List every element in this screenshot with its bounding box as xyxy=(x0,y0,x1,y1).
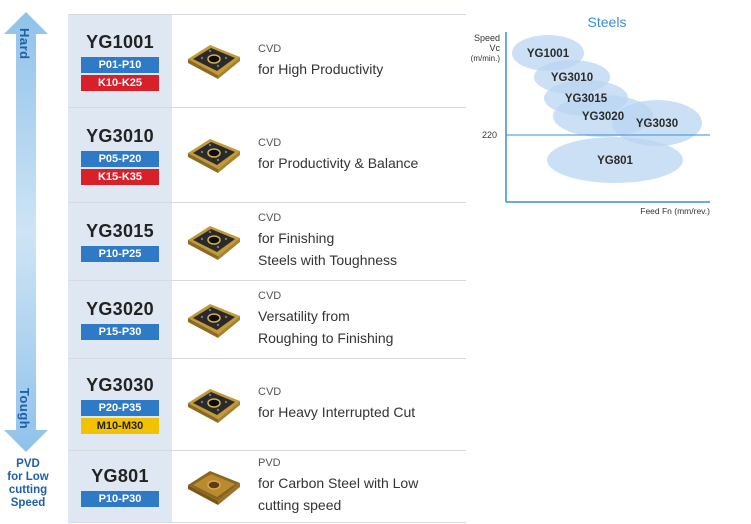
iso-range-badge: P20-P35 xyxy=(81,400,159,416)
y-axis-label-line: Vc xyxy=(489,43,500,53)
tough-label: Tough xyxy=(17,388,32,430)
cvd-insert-icon xyxy=(172,203,256,280)
y-axis-label-line: (m/min.) xyxy=(471,54,501,63)
grade-region-label: YG3010 xyxy=(551,72,593,84)
application-description: Steels with Toughness xyxy=(258,252,398,268)
coating-type: CVD xyxy=(258,212,282,224)
description-cell: CVD Versatility from Roughing to Finishing xyxy=(256,281,466,358)
y-tick-220: 220 xyxy=(482,130,497,140)
iso-range-badge: P01-P10 xyxy=(81,56,159,73)
pvd-note-line: for Low xyxy=(7,471,49,483)
cvd-insert-icon xyxy=(172,15,256,107)
steels-chart: Steels Speed Vc (m/min.) YG1001 YG3010 YG3… xyxy=(471,14,710,216)
application-description: for Productivity & Balance xyxy=(258,154,419,171)
pvd-note-line: cutting xyxy=(8,484,48,496)
hardness-toughness-arrow: Hard Tough xyxy=(4,12,48,452)
coating-type: PVD xyxy=(258,457,281,469)
chart-title: Steels xyxy=(588,14,627,30)
description-cell: PVD for Carbon Steel with Low cutting spee… xyxy=(256,451,466,522)
iso-range-badge: P10-P30 xyxy=(81,491,159,507)
grade-name: YG3015 xyxy=(86,221,154,241)
hard-label: Hard xyxy=(17,28,32,60)
grade-row: YG3020 P15-P30 CVD Versatility from Roughin… xyxy=(68,281,466,359)
grade-cell: YG801 P10-P30 xyxy=(68,451,172,522)
cvd-insert-icon xyxy=(172,281,256,358)
grade-cell: YG1001 P01-P10 K10-K25 xyxy=(68,15,172,107)
grade-name: YG3020 xyxy=(86,299,154,319)
pvd-note-line: PVD xyxy=(16,458,40,470)
iso-range-badge: K10-K25 xyxy=(81,74,159,91)
grade-row: YG3010 P05-P20 K15-K35 CVD for Productivity… xyxy=(68,108,466,203)
grade-region-label: YG3020 xyxy=(582,111,624,123)
description-cell: CVD for Productivity & Balance xyxy=(256,108,466,202)
grade-row: YG801 P10-P30 PVD for Carbon Steel with Lo… xyxy=(68,451,466,523)
application-description: for Carbon Steel with Low xyxy=(258,475,419,491)
grade-region-label: YG1001 xyxy=(527,48,570,60)
coating-type: CVD xyxy=(258,42,282,55)
coating-type: CVD xyxy=(258,136,282,149)
grade-row: YG3030 P20-P35 M10-M30 CVD for Heavy Interr… xyxy=(68,359,466,451)
grade-name: YG801 xyxy=(91,466,149,486)
description-cell: CVD for Finishing Steels with Toughness xyxy=(256,203,466,280)
iso-range-badge: M10-M30 xyxy=(81,418,159,434)
y-axis-label-line: Speed xyxy=(474,33,500,43)
grade-table: YG1001 P01-P10 K10-K25 CVD for High Product… xyxy=(68,14,466,523)
grade-name: YG1001 xyxy=(86,31,154,52)
grade-name: YG3010 xyxy=(86,125,154,146)
application-description: for High Productivity xyxy=(258,60,384,77)
grade-cell: YG3020 P15-P30 xyxy=(68,281,172,358)
grade-cell: YG3030 P20-P35 M10-M30 xyxy=(68,359,172,450)
application-description: for Finishing xyxy=(258,230,335,246)
pvd-note-line: Speed xyxy=(10,497,46,509)
description-cell: CVD for Heavy Interrupted Cut xyxy=(256,359,466,450)
coating-type: CVD xyxy=(258,386,282,398)
grade-cell: YG3010 P05-P20 K15-K35 xyxy=(68,108,172,202)
grade-region-label: YG3015 xyxy=(565,93,608,105)
x-axis-label: Feed Fn (mm/rev.) xyxy=(640,206,710,216)
grade-cell: YG3015 P10-P25 xyxy=(68,203,172,280)
application-description: Versatility from xyxy=(258,308,350,324)
description-cell: CVD for High Productivity xyxy=(256,15,466,107)
application-description: Roughing to Finishing xyxy=(258,330,394,346)
grade-region-label: YG3030 xyxy=(636,118,678,130)
pvd-insert-icon xyxy=(172,451,256,522)
iso-range-badge: K15-K35 xyxy=(81,168,159,185)
cvd-insert-icon xyxy=(172,359,256,450)
iso-range-badge: P05-P20 xyxy=(81,150,159,167)
grade-regions: YG1001 YG3010 YG3015 YG3020 YG3030 YG801 xyxy=(512,35,702,183)
grade-name: YG3030 xyxy=(86,375,154,395)
cvd-insert-icon xyxy=(172,108,256,202)
iso-range-badge: P15-P30 xyxy=(81,324,159,340)
coating-type: CVD xyxy=(258,290,282,302)
grade-region-label: YG801 xyxy=(597,155,633,167)
application-description: cutting speed xyxy=(258,497,342,513)
grade-row: YG1001 P01-P10 K10-K25 CVD for High Product… xyxy=(68,14,466,108)
application-description: for Heavy Interrupted Cut xyxy=(258,404,416,420)
grade-row: YG3015 P10-P25 CVD for Finishing Steels wit… xyxy=(68,203,466,281)
pvd-note: PVD for Low cutting Speed xyxy=(2,458,54,510)
iso-range-badge: P10-P25 xyxy=(81,246,159,262)
double-arrow-icon xyxy=(4,12,48,452)
